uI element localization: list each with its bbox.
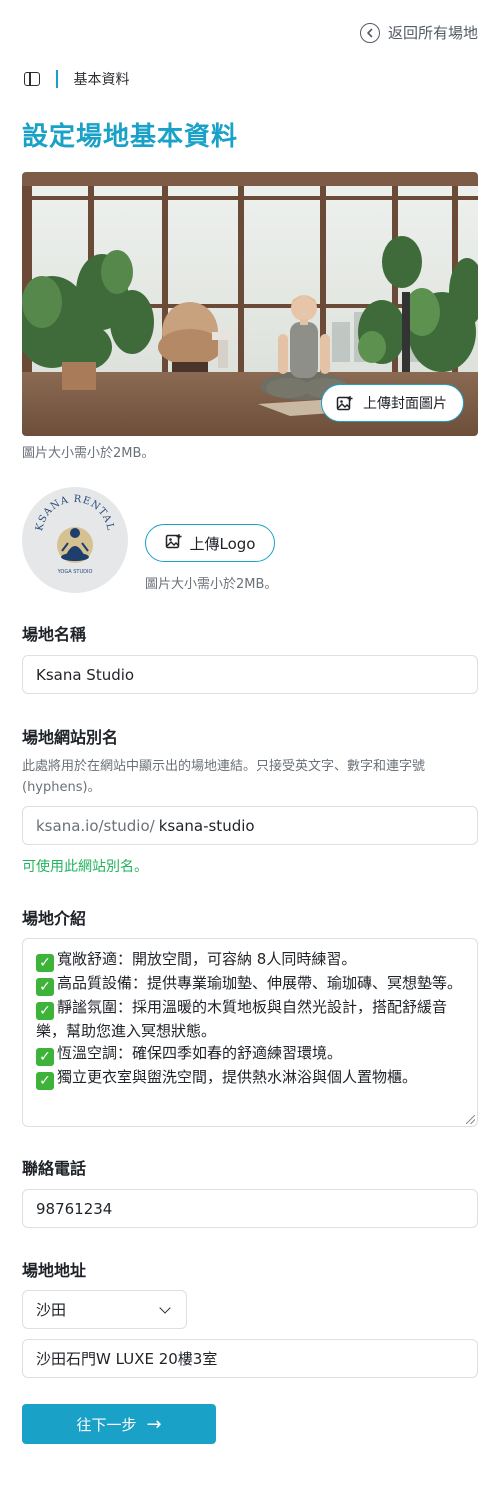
page-title: 設定場地基本資料 <box>22 122 239 152</box>
breadcrumb-divider <box>56 70 58 88</box>
next-step-label: 往下一步 <box>76 1415 137 1434</box>
intro-textarea[interactable]: ✓ 寬敞舒適：開放空間，可容納 8人同時練習。 ✓ 高品質設備：提供專業瑜珈墊、伸展… <box>22 938 478 1127</box>
intro-label: 場地介紹 <box>22 909 87 928</box>
cover-image: 上傳封面圖片 <box>22 172 478 436</box>
upload-logo-label: 上傳Logo <box>189 534 256 553</box>
slug-input[interactable]: ksana.io/studio/ ksana-studio <box>22 806 478 845</box>
intro-line: ✓ 寬敞舒適：開放空間，可容納 8人同時練習。 <box>36 948 464 972</box>
check-mark-icon: ✓ <box>36 978 54 996</box>
check-mark-icon: ✓ <box>36 1002 54 1020</box>
image-upload-icon <box>336 395 353 412</box>
venue-name-input[interactable]: Ksana Studio <box>22 655 478 694</box>
breadcrumb-label: 基本資料 <box>73 72 130 88</box>
slug-value: ksana-studio <box>158 816 255 835</box>
slug-prefix: ksana.io/studio/ <box>36 816 155 835</box>
back-link-label: 返回所有場地 <box>387 24 478 42</box>
sidebar-toggle-icon[interactable] <box>24 72 40 86</box>
address-label: 場地地址 <box>22 1261 87 1280</box>
phone-input[interactable]: 98761234 <box>22 1189 478 1228</box>
chevron-down-icon <box>159 1301 171 1314</box>
intro-line: ✓ 靜謐氛圍：採用溫暖的木質地板與自然光設計，搭配舒緩音樂，幫助您進入冥想狀態。 <box>36 998 448 1040</box>
upload-logo-button[interactable]: 上傳Logo <box>145 524 275 562</box>
check-mark-icon: ✓ <box>36 954 54 972</box>
address-value: 沙田石門W LUXE 20樓3室 <box>36 1350 218 1368</box>
arrow-right-icon: → <box>146 1413 162 1435</box>
intro-line: ✓ 獨立更衣室與盥洗空間，提供熱水淋浴與個人置物櫃。 <box>36 1066 464 1090</box>
phone-label: 聯絡電話 <box>22 1159 87 1178</box>
upload-cover-button[interactable]: 上傳封面圖片 <box>321 384 464 422</box>
back-to-venues-link[interactable]: 返回所有場地 <box>359 22 478 43</box>
intro-line: ✓ 高品質設備：提供專業瑜珈墊、伸展帶、瑜珈磚、冥想墊等。 <box>36 972 464 996</box>
breadcrumb: 基本資料 <box>24 68 130 90</box>
slug-description: 此處將用於在網站中顯示出的場地連結。只接受英文字、數字和連字號(hyphens)… <box>22 759 426 795</box>
slug-available-message: 可使用此網站別名。 <box>22 859 148 875</box>
cover-size-hint: 圖片大小需小於2MB。 <box>22 446 155 461</box>
resize-handle[interactable] <box>466 1115 475 1124</box>
intro-line: ✓ 恆溫空調：確保四季如春的舒適練習環境。 <box>36 1042 464 1066</box>
chevron-left-circle-icon <box>359 22 380 43</box>
slug-label: 場地網站別名 <box>22 728 119 747</box>
address-input[interactable]: 沙田石門W LUXE 20樓3室 <box>22 1339 478 1378</box>
logo-sub-text: YOGA STUDIO <box>57 569 93 575</box>
logo-size-hint: 圖片大小需小於2MB。 <box>145 577 278 592</box>
next-step-button[interactable]: 往下一步 → <box>22 1404 216 1444</box>
venue-name-value: Ksana Studio <box>36 665 135 684</box>
svg-text:KSANA RENTAL: KSANA RENTAL <box>34 494 116 532</box>
check-mark-icon: ✓ <box>36 1048 54 1066</box>
logo-brand-text: KSANA RENTAL <box>34 494 115 532</box>
district-select[interactable]: 沙田 <box>22 1290 187 1329</box>
district-value: 沙田 <box>36 1301 67 1319</box>
venue-name-label: 場地名稱 <box>22 625 87 644</box>
image-upload-icon <box>165 533 182 554</box>
check-mark-icon: ✓ <box>36 1072 54 1090</box>
venue-logo: KSANA RENTAL YOGA STUDIO <box>22 487 128 593</box>
upload-cover-label: 上傳封面圖片 <box>363 396 447 412</box>
phone-value: 98761234 <box>36 1199 113 1218</box>
